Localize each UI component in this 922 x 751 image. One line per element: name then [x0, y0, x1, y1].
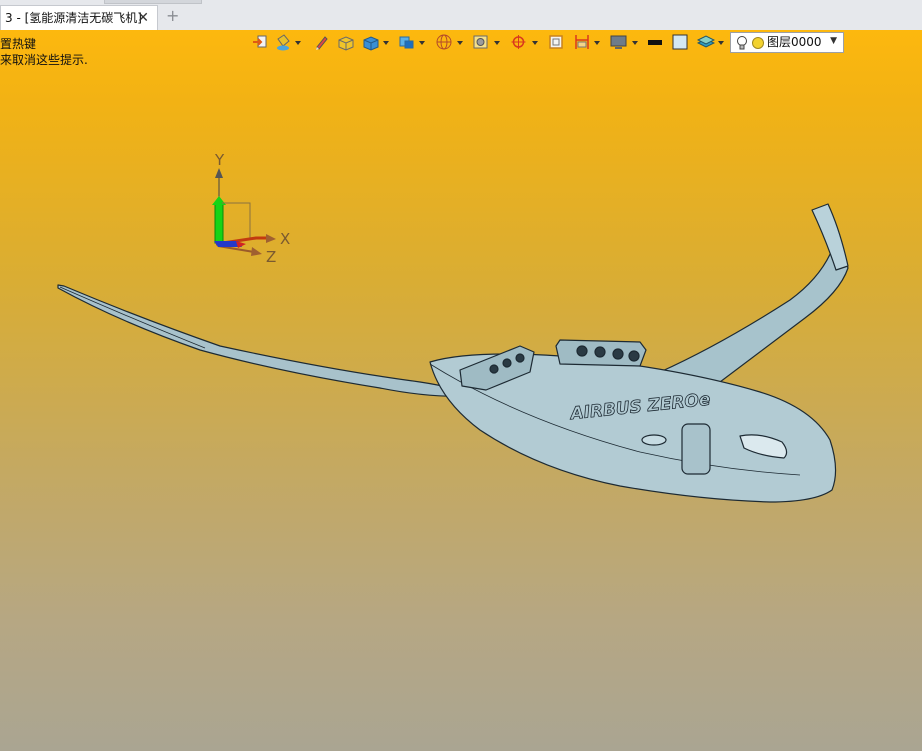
x-axis-label: X [280, 230, 290, 248]
axis-triad[interactable]: Y X Z [212, 151, 290, 266]
search-box-edge [104, 0, 202, 4]
engine-fan [502, 358, 512, 368]
z-axis-arrow [251, 247, 262, 256]
x-axis-arrow [266, 234, 276, 243]
y-axis-bar [214, 202, 224, 244]
fuselage-door [681, 423, 711, 475]
z-axis-label: Z [266, 248, 276, 266]
y-axis-arrowhead [212, 196, 226, 205]
plus-icon[interactable]: + [166, 6, 179, 25]
right-wing [659, 231, 849, 390]
model-canvas[interactable]: Y X Z AIRBUS ZEROe [0, 30, 922, 751]
close-icon[interactable]: ✕ [137, 6, 149, 30]
y-axis-label: Y [214, 151, 225, 169]
y-axis-arrow [215, 168, 223, 178]
engine-fan [515, 353, 525, 363]
left-wing [57, 284, 471, 397]
engine-fan [612, 348, 624, 360]
engine-fan [628, 350, 640, 362]
aircraft-model[interactable]: AIRBUS ZEROe [57, 203, 849, 503]
tab-bar: 3 - [氢能源清洁无碳飞机] ✕ + [0, 0, 922, 31]
engine-fan [489, 364, 499, 374]
fuselage-window [641, 434, 667, 446]
tab-document[interactable]: 3 - [氢能源清洁无碳飞机] ✕ [0, 5, 158, 30]
tab-title: 3 - [氢能源清洁无碳飞机] [5, 11, 142, 25]
triad-plane [222, 202, 251, 239]
engine-fan [576, 345, 588, 357]
engine-fan [594, 346, 606, 358]
